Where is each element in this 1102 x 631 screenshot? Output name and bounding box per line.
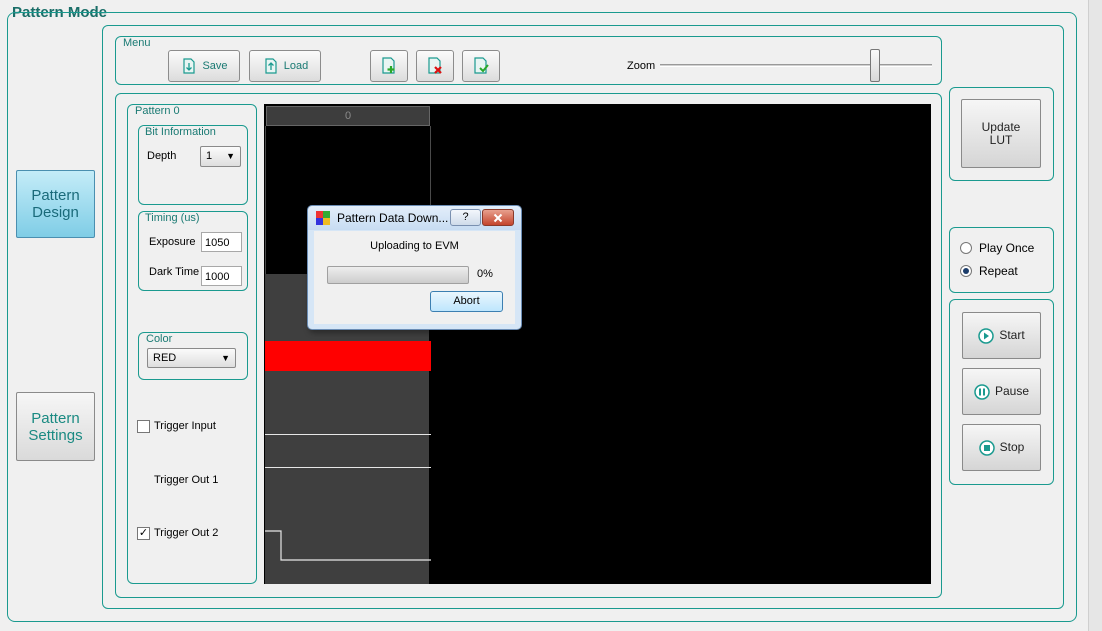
add-file-icon [382,57,395,74]
depth-select[interactable]: 1 ▼ [200,146,241,167]
validate-pattern-button[interactable] [462,50,500,82]
pause-label: Pause [994,384,1030,398]
progress-dialog: Pattern Data Down... ? Uploading to EVM … [307,205,522,330]
color-label: Color [144,333,175,345]
load-label: Load [283,60,309,72]
trigger-out1-label: Trigger Out 1 [154,474,219,486]
close-icon [493,213,503,222]
trigger-input-label: Trigger Input [154,420,216,432]
zoom-slider-track [660,64,932,67]
menu-group-label: Menu [121,37,153,49]
play-icon [978,327,995,344]
update-lut-button[interactable]: Update LUT [961,99,1041,168]
trigger-out2-checkbox[interactable]: ✓ [137,527,150,540]
bit-information-label: Bit Information [143,126,218,138]
zoom-slider-thumb[interactable] [870,49,880,82]
progress-percent: 0% [477,268,493,280]
depth-value: 1 [206,150,213,162]
load-icon [265,58,277,74]
save-icon [183,58,196,74]
dark-time-input[interactable]: 1000 [201,266,242,286]
trigger-input-checkbox[interactable] [137,420,150,433]
stop-label: Stop [999,440,1025,454]
upload-progress-bar [327,266,469,284]
pattern-0-label: Pattern 0 [133,105,182,117]
check-file-icon [474,57,489,74]
pause-button[interactable]: Pause [962,368,1041,415]
dialog-body: Uploading to EVM 0% Abort [314,231,515,324]
play-once-radio[interactable] [960,242,972,254]
stop-icon [978,439,995,456]
dialog-message: Uploading to EVM [370,240,459,252]
dark-time-label: Dark Time [149,266,200,278]
depth-label: Depth [147,150,177,162]
color-select[interactable]: RED ▼ [147,348,236,368]
close-button[interactable] [482,209,514,226]
repeat-radio[interactable] [960,265,972,277]
start-label: Start [999,328,1025,342]
timing-label: Timing (us) [143,212,202,224]
pattern-design-nav-button[interactable]: Pattern Design [16,170,95,238]
app-icon [316,211,330,225]
chevron-down-icon: ▼ [221,353,230,363]
dialog-title: Pattern Data Down... [337,211,449,225]
delete-pattern-button[interactable] [416,50,454,82]
repeat-label: Repeat [979,264,1018,278]
trigger-out2-label: Trigger Out 2 [154,527,219,539]
chevron-down-icon: ▼ [226,151,235,161]
play-once-label: Play Once [979,241,1035,255]
delete-file-icon [428,57,442,74]
save-label: Save [202,60,228,72]
start-button[interactable]: Start [962,312,1041,359]
play-mode-group [949,227,1054,293]
add-pattern-button[interactable] [370,50,408,82]
trigger-input-line [265,434,431,435]
help-button[interactable]: ? [450,209,481,226]
load-button[interactable]: Load [249,50,321,82]
zoom-label: Zoom [627,60,656,72]
color-value: RED [153,352,177,364]
zoom-slider[interactable] [660,48,932,82]
pattern-header[interactable]: 0 [266,106,430,126]
abort-button[interactable]: Abort [430,291,503,312]
exposure-input[interactable]: 1050 [201,232,242,252]
pause-icon [974,383,990,400]
stop-button[interactable]: Stop [962,424,1041,471]
trigger-out1-line [265,467,431,468]
trigger-out2-waveform [265,530,431,561]
dialog-titlebar[interactable]: Pattern Data Down... ? [308,206,521,230]
pattern-settings-nav-button[interactable]: Pattern Settings [16,392,95,461]
color-bar [265,341,431,371]
vertical-scrollbar[interactable] [1088,0,1102,631]
exposure-label: Exposure [149,236,196,248]
save-button[interactable]: Save [168,50,240,82]
